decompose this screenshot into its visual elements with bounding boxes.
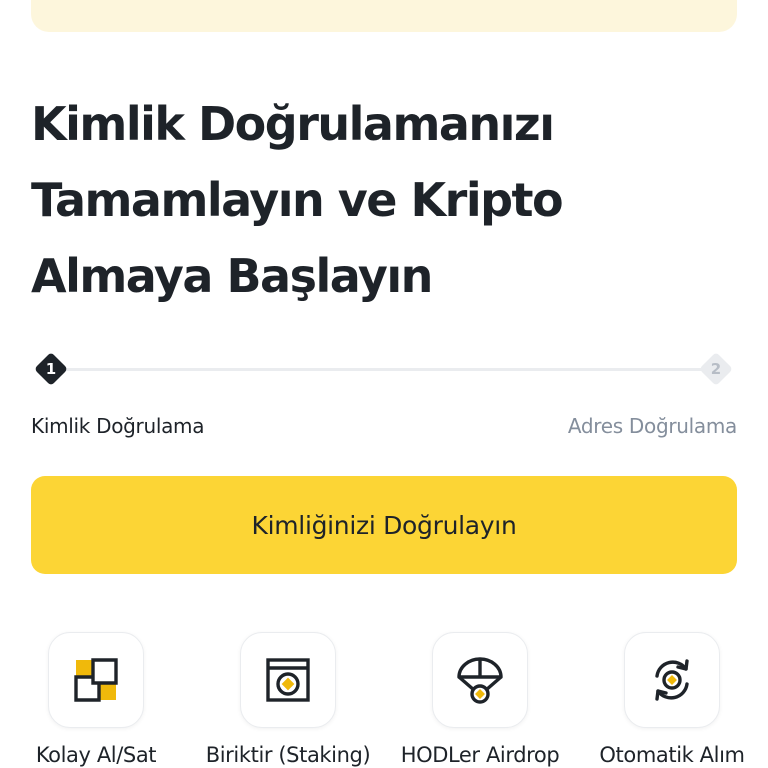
feature-icon-box[interactable] [48, 632, 144, 728]
info-banner[interactable] [31, 0, 737, 32]
feature-label: Kolay Al/Sat [35, 743, 157, 767]
feature-icon-box[interactable] [240, 632, 336, 728]
feature-staking[interactable]: Biriktir (Staking) [192, 632, 384, 768]
parachute-icon [457, 657, 503, 704]
feature-easy-trade[interactable]: Kolay Al/Sat [0, 632, 192, 768]
step-1-label: Kimlik Doğrulama [31, 414, 205, 438]
step-2-label: Adres Doğrulama [567, 414, 737, 438]
step-1-marker: 1 [34, 352, 68, 386]
page-title-line: Kimlik Doğrulamanızı [31, 97, 555, 151]
page-title-line: Almaya Başlayın [31, 249, 433, 303]
feature-auto-invest[interactable]: Otomatik Alım [576, 632, 768, 768]
progress-track [62, 368, 702, 371]
verification-page: Kimlik Doğrulamanızı Tamamlayın ve Kript… [0, 0, 768, 768]
feature-hodler-airdrop[interactable]: HODLer Airdrop [384, 632, 576, 768]
page-title: Kimlik Doğrulamanızı Tamamlayın ve Kript… [31, 86, 731, 314]
feature-label: HODLer Airdrop [400, 743, 560, 767]
step-2-number: 2 [710, 360, 722, 378]
auto-invest-icon [655, 659, 689, 701]
feature-icon-box[interactable] [432, 632, 528, 728]
safe-icon [266, 658, 310, 702]
feature-label: Biriktir (Staking) [205, 743, 371, 767]
feature-icon-box[interactable] [624, 632, 720, 728]
verify-identity-button[interactable]: Kimliğinizi Doğrulayın [31, 476, 737, 574]
page-title-line: Tamamlayın ve Kripto [31, 173, 564, 227]
step-1-number: 1 [45, 360, 57, 378]
feature-label: Otomatik Alım [599, 743, 745, 767]
step-2-marker: 2 [699, 352, 733, 386]
feature-shortcuts: Kolay Al/Sat Biriktir (Staking) HODLer A… [0, 632, 768, 768]
convert-blocks-icon [74, 658, 118, 702]
